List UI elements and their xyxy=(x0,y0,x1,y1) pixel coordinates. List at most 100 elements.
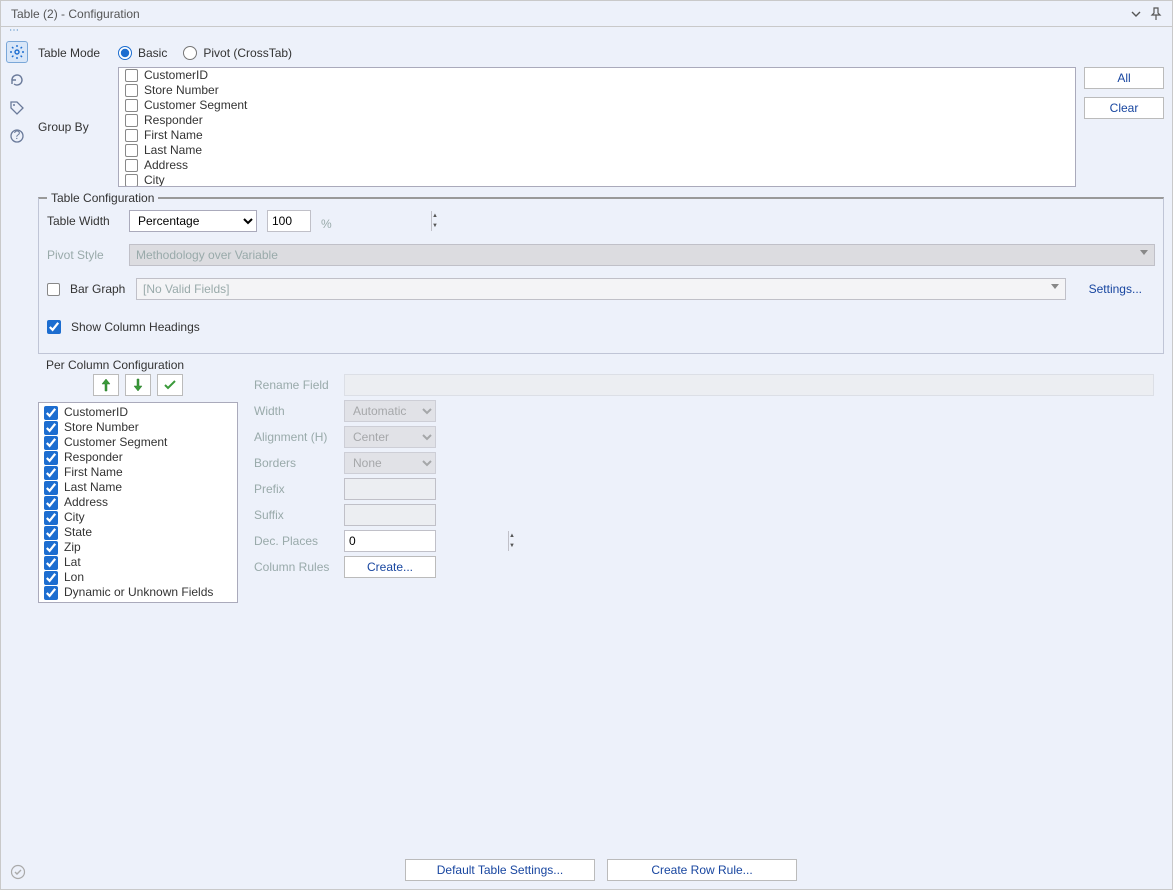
help-icon[interactable]: ? xyxy=(6,125,28,147)
checkbox-icon[interactable] xyxy=(125,69,138,82)
per-column-checkbox[interactable] xyxy=(44,556,58,570)
alignment-label: Alignment (H) xyxy=(254,426,336,448)
refresh-icon[interactable] xyxy=(6,69,28,91)
group-by-item[interactable]: First Name xyxy=(121,128,1073,143)
group-by-item-label: Responder xyxy=(144,113,203,128)
per-column-item[interactable]: Zip xyxy=(41,540,235,555)
per-column-listbox[interactable]: CustomerIDStore NumberCustomer SegmentRe… xyxy=(38,402,238,603)
radio-pivot[interactable] xyxy=(183,46,197,60)
per-column-checkbox[interactable] xyxy=(44,586,58,600)
bar-graph-label: Bar Graph xyxy=(70,282,126,296)
checkbox-icon[interactable] xyxy=(125,159,138,172)
pin-icon[interactable] xyxy=(1146,4,1166,24)
chevron-down-icon xyxy=(1051,284,1059,289)
table-mode-basic[interactable]: Basic xyxy=(118,46,167,60)
grip-icon: ⋯ xyxy=(1,27,1172,37)
rename-field-input xyxy=(344,374,1154,396)
per-column-item-label: Last Name xyxy=(64,480,122,495)
per-column-checkbox[interactable] xyxy=(44,526,58,540)
per-column-checkbox[interactable] xyxy=(44,571,58,585)
group-by-item[interactable]: Store Number xyxy=(121,83,1073,98)
default-table-settings-button[interactable]: Default Table Settings... xyxy=(405,859,595,881)
per-column-item[interactable]: Last Name xyxy=(41,480,235,495)
checkbox-icon[interactable] xyxy=(125,174,138,187)
dec-places-input[interactable] xyxy=(345,531,508,551)
per-column-checkbox[interactable] xyxy=(44,436,58,450)
group-by-item-label: Last Name xyxy=(144,143,202,158)
per-column-checkbox[interactable] xyxy=(44,481,58,495)
per-column-item[interactable]: Lon xyxy=(41,570,235,585)
collapse-icon[interactable] xyxy=(1126,4,1146,24)
group-by-item[interactable]: Responder xyxy=(121,113,1073,128)
borders-select: None xyxy=(344,452,436,474)
table-width-label: Table Width xyxy=(47,214,119,228)
table-mode-pivot[interactable]: Pivot (CrossTab) xyxy=(183,46,292,60)
all-button[interactable]: All xyxy=(1084,67,1164,89)
per-column-item[interactable]: First Name xyxy=(41,465,235,480)
table-width-mode-select[interactable]: Percentage xyxy=(129,210,257,232)
group-by-item[interactable]: Last Name xyxy=(121,143,1073,158)
per-column-item-label: Customer Segment xyxy=(64,435,167,450)
per-column-checkbox[interactable] xyxy=(44,451,58,465)
group-by-item[interactable]: CustomerID xyxy=(121,68,1073,83)
group-by-item[interactable]: City xyxy=(121,173,1073,187)
tool-sidebar: ? xyxy=(1,37,32,889)
move-down-button[interactable] xyxy=(125,374,151,396)
checkbox-icon[interactable] xyxy=(125,84,138,97)
spinner-buttons[interactable]: ▲▼ xyxy=(431,211,438,231)
checkbox-icon[interactable] xyxy=(125,144,138,157)
bar-graph-settings-button[interactable]: Settings... xyxy=(1076,278,1155,300)
check-all-button[interactable] xyxy=(157,374,183,396)
move-up-button[interactable] xyxy=(93,374,119,396)
per-column-item[interactable]: Dynamic or Unknown Fields xyxy=(41,585,235,600)
group-by-item-label: First Name xyxy=(144,128,203,143)
per-column-legend: Per Column Configuration xyxy=(42,358,188,372)
per-column-checkbox[interactable] xyxy=(44,406,58,420)
per-column-item-label: Responder xyxy=(64,450,123,465)
bar-graph-checkbox[interactable] xyxy=(47,283,60,296)
column-rules-label: Column Rules xyxy=(254,556,336,578)
group-by-item[interactable]: Customer Segment xyxy=(121,98,1073,113)
show-headings-label: Show Column Headings xyxy=(71,320,200,334)
per-column-item[interactable]: City xyxy=(41,510,235,525)
width-label: Width xyxy=(254,400,336,422)
per-column-item[interactable]: Customer Segment xyxy=(41,435,235,450)
table-width-spinner[interactable]: ▲▼ xyxy=(267,210,311,232)
window-titlebar: Table (2) - Configuration xyxy=(1,1,1172,27)
dec-places-spinner[interactable]: ▲▼ xyxy=(344,530,436,552)
checkbox-icon[interactable] xyxy=(125,99,138,112)
show-headings-checkbox[interactable] xyxy=(47,320,61,334)
per-column-checkbox[interactable] xyxy=(44,466,58,480)
per-column-item[interactable]: Responder xyxy=(41,450,235,465)
group-by-listbox[interactable]: CustomerIDStore NumberCustomer SegmentRe… xyxy=(118,67,1076,187)
checkbox-icon[interactable] xyxy=(125,129,138,142)
per-column-checkbox[interactable] xyxy=(44,511,58,525)
per-column-checkbox[interactable] xyxy=(44,541,58,555)
per-column-checkbox[interactable] xyxy=(44,496,58,510)
radio-basic[interactable] xyxy=(118,46,132,60)
clear-button[interactable]: Clear xyxy=(1084,97,1164,119)
suffix-label: Suffix xyxy=(254,504,336,526)
per-column-item[interactable]: State xyxy=(41,525,235,540)
per-column-item[interactable]: Store Number xyxy=(41,420,235,435)
per-column-item-label: Address xyxy=(64,495,108,510)
group-by-item-label: CustomerID xyxy=(144,68,208,83)
checkbox-icon[interactable] xyxy=(125,114,138,127)
prefix-label: Prefix xyxy=(254,478,336,500)
per-column-item[interactable]: CustomerID xyxy=(41,405,235,420)
table-mode-group: Basic Pivot (CrossTab) xyxy=(118,43,1076,63)
create-column-rule-button[interactable]: Create... xyxy=(344,556,436,578)
per-column-item[interactable]: Lat xyxy=(41,555,235,570)
spinner-buttons[interactable]: ▲▼ xyxy=(508,531,515,551)
create-row-rule-button[interactable]: Create Row Rule... xyxy=(607,859,797,881)
table-width-value[interactable] xyxy=(268,211,431,231)
group-by-item-label: Store Number xyxy=(144,83,219,98)
gear-icon[interactable] xyxy=(6,41,28,63)
per-column-item[interactable]: Address xyxy=(41,495,235,510)
per-column-checkbox[interactable] xyxy=(44,421,58,435)
per-column-item-label: Store Number xyxy=(64,420,139,435)
tag-icon[interactable] xyxy=(6,97,28,119)
group-by-item-label: Customer Segment xyxy=(144,98,247,113)
width-select: Automatic xyxy=(344,400,436,422)
group-by-item[interactable]: Address xyxy=(121,158,1073,173)
